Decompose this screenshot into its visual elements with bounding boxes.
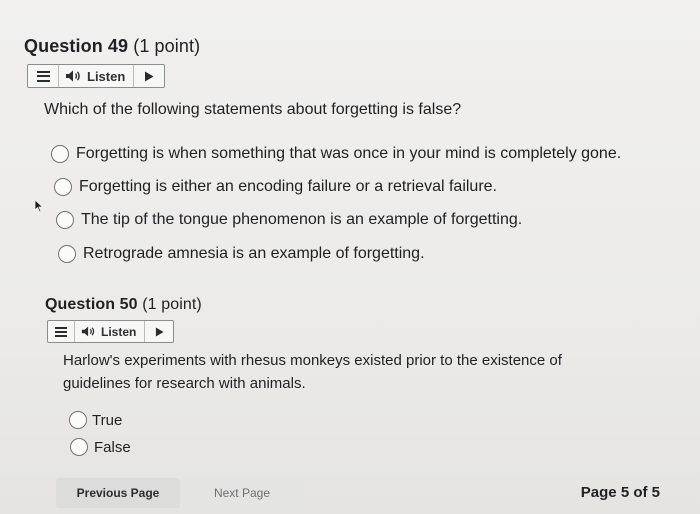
option-label: Forgetting is either an encoding failure…	[79, 178, 497, 195]
listen-button[interactable]: Listen	[59, 65, 135, 87]
option-label: False	[94, 438, 131, 456]
mouse-cursor-icon	[34, 199, 44, 213]
question-50-listen-toolbar: Listen	[47, 320, 175, 343]
question-49-listen-toolbar: Listen	[27, 64, 166, 88]
hamburger-icon	[55, 326, 67, 337]
listen-play-button[interactable]	[134, 65, 164, 87]
previous-page-button[interactable]: Previous Page	[56, 478, 180, 508]
radio-button[interactable]	[69, 411, 87, 429]
question-49-option-1[interactable]: Forgetting is when something that was on…	[51, 145, 621, 163]
play-icon	[145, 71, 154, 81]
listen-play-button[interactable]	[145, 321, 173, 342]
question-50-prompt-line-1: Harlow's experiments with rhesus monkeys…	[63, 352, 562, 369]
question-50-points: (1 point)	[142, 296, 202, 313]
page-indicator: Page 5 of 5	[580, 484, 660, 501]
listen-menu-button[interactable]	[48, 321, 75, 342]
question-49-title: Question 49	[24, 36, 129, 56]
option-label: True	[92, 411, 123, 429]
question-49-heading: Question 49 (1 point)	[24, 36, 200, 57]
option-label: The tip of the tongue phenomenon is an e…	[81, 211, 523, 228]
option-label: Forgetting is when something that was on…	[76, 145, 622, 162]
quiz-page: Question 49 (1 point) Listen Which of th…	[0, 0, 700, 514]
listen-label: Listen	[87, 68, 126, 84]
question-49-points: (1 point)	[133, 36, 201, 56]
question-49-option-4[interactable]: Retrograde amnesia is an example of forg…	[58, 245, 425, 263]
next-page-button[interactable]: Next Page	[180, 478, 304, 508]
radio-button[interactable]	[54, 178, 72, 196]
radio-button[interactable]	[51, 145, 69, 163]
speaker-icon	[81, 326, 95, 337]
listen-menu-button[interactable]	[28, 65, 59, 87]
listen-button[interactable]: Listen	[75, 321, 146, 342]
radio-button[interactable]	[70, 438, 88, 456]
question-50-option-false[interactable]: False	[70, 438, 131, 456]
radio-button[interactable]	[58, 245, 76, 263]
question-49-prompt: Which of the following statements about …	[44, 101, 462, 118]
option-label: Retrograde amnesia is an example of forg…	[83, 245, 425, 262]
question-49-option-3[interactable]: The tip of the tongue phenomenon is an e…	[56, 211, 522, 229]
listen-label: Listen	[101, 324, 137, 339]
play-icon	[155, 327, 164, 336]
speaker-icon	[66, 70, 80, 82]
question-50-title: Question 50	[45, 296, 138, 313]
question-50-prompt: Harlow's experiments with rhesus monkeys…	[63, 349, 562, 395]
question-50-prompt-line-2: guidelines for research with animals.	[63, 375, 306, 392]
hamburger-icon	[36, 70, 50, 82]
question-50-option-true[interactable]: True	[69, 411, 122, 429]
radio-button[interactable]	[56, 211, 74, 229]
question-50-heading: Question 50 (1 point)	[45, 296, 202, 314]
question-49-option-2[interactable]: Forgetting is either an encoding failure…	[54, 178, 497, 196]
